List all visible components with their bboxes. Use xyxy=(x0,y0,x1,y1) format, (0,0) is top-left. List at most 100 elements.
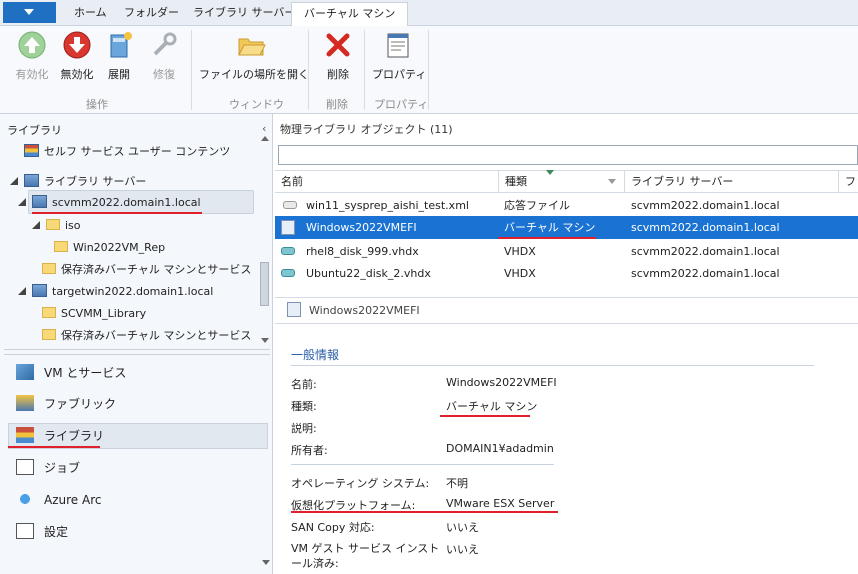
prop-value-name: Windows2022VMEFI xyxy=(446,376,557,389)
grid-header: 名前 種類 ライブラリ サーバー ファ xyxy=(275,170,858,193)
answer-file-icon xyxy=(283,194,297,217)
column-library-server[interactable]: ライブラリ サーバー xyxy=(625,171,839,193)
deploy-label: 展開 xyxy=(108,68,130,81)
vhdx-icon xyxy=(281,262,295,285)
table-row-selected[interactable]: Windows2022VMEFI バーチャル マシン scvmm2022.dom… xyxy=(275,216,858,239)
expand-icon[interactable] xyxy=(10,177,18,185)
properties-icon xyxy=(383,30,413,60)
repair-button[interactable]: 修復 xyxy=(144,30,184,90)
filter-input[interactable] xyxy=(278,145,858,165)
tree-scrollbar[interactable] xyxy=(258,136,271,346)
tab-home[interactable]: ホーム xyxy=(62,2,119,26)
wrench-icon xyxy=(149,30,179,60)
expand-icon[interactable] xyxy=(32,221,40,229)
properties-button[interactable]: プロパティ xyxy=(372,30,427,90)
prop-label-owner: 所有者: xyxy=(291,444,328,457)
enable-button[interactable]: 有効化 xyxy=(10,30,54,90)
nav-settings[interactable]: 設定 xyxy=(16,519,68,545)
objects-header: 物理ライブラリ オブジェクト (11) xyxy=(280,123,453,136)
prop-label-description: 説明: xyxy=(291,422,317,435)
jobs-icon xyxy=(16,459,34,475)
server-icon xyxy=(32,195,47,208)
tree-item-iso[interactable]: iso xyxy=(32,215,81,237)
folder-open-icon xyxy=(236,30,266,60)
folder-icon xyxy=(54,241,68,252)
green-up-arrow-icon xyxy=(17,30,47,60)
fabric-icon xyxy=(16,395,34,411)
deploy-button[interactable]: 展開 xyxy=(101,30,137,90)
settings-icon xyxy=(16,523,34,539)
section-divider xyxy=(291,365,814,366)
group-label-properties: プロパティ xyxy=(374,98,429,111)
expand-icon[interactable] xyxy=(18,198,26,206)
prop-value-os: 不明 xyxy=(446,477,468,490)
open-file-location-button[interactable]: ファイルの場所を開く xyxy=(199,30,309,90)
tree-item-saved-vms[interactable]: 保存済みバーチャル マシンとサービス xyxy=(42,259,251,281)
folder-icon xyxy=(42,307,56,318)
nav-jobs[interactable]: ジョブ xyxy=(16,455,80,481)
folder-icon xyxy=(42,329,56,340)
ribbon-separator xyxy=(308,30,309,110)
table-row[interactable]: Ubuntu22_disk_2.vhdx VHDX scvmm2022.doma… xyxy=(275,262,858,285)
tree-item-win2022vm-rep[interactable]: Win2022VM_Rep xyxy=(54,237,165,259)
expand-icon[interactable] xyxy=(18,287,26,295)
detail-divider xyxy=(291,464,554,465)
table-row[interactable]: win11_sysprep_aishi_test.xml 応答ファイル scvm… xyxy=(275,194,858,217)
open-file-location-label: ファイルの場所を開く xyxy=(199,68,309,81)
table-row[interactable]: rhel8_disk_999.vhdx VHDX scvmm2022.domai… xyxy=(275,240,858,263)
sort-indicator-icon xyxy=(546,170,554,175)
collapse-pane-icon[interactable]: ‹ xyxy=(262,122,266,135)
tree-item-saved-vms-2[interactable]: 保存済みバーチャル マシンとサービス xyxy=(42,325,251,347)
delete-label: 削除 xyxy=(327,68,349,81)
tree-item-self-service[interactable]: セルフ サービス ユーザー コンテンツ xyxy=(24,141,230,163)
file-menu-button[interactable] xyxy=(3,2,56,23)
group-label-actions: 操作 xyxy=(86,98,108,111)
prop-value-type: バーチャル マシン xyxy=(446,400,538,413)
repair-label: 修復 xyxy=(153,68,175,81)
prop-value-platform: VMware ESX Server xyxy=(446,497,555,510)
pane-splitter[interactable] xyxy=(4,349,270,355)
disable-label: 無効化 xyxy=(60,68,94,81)
server-icon xyxy=(32,284,47,297)
section-title: 一般情報 xyxy=(291,348,340,362)
delete-button[interactable]: 削除 xyxy=(318,30,358,90)
folder-icon xyxy=(42,263,56,274)
prop-value-guest-services: いいえ xyxy=(446,543,479,556)
library-icon xyxy=(24,144,39,157)
column-type[interactable]: 種類 xyxy=(499,171,625,193)
tab-folder[interactable]: フォルダー xyxy=(112,2,191,26)
group-label-delete: 削除 xyxy=(326,98,348,111)
library-icon xyxy=(16,427,34,443)
tab-virtual-machine[interactable]: バーチャル マシン xyxy=(291,2,409,27)
tab-library-server[interactable]: ライブラリ サーバー xyxy=(181,2,307,26)
ribbon-separator xyxy=(191,30,192,110)
scroll-down-icon[interactable] xyxy=(262,560,270,565)
annotation-underline xyxy=(32,212,202,214)
red-down-arrow-icon xyxy=(62,30,92,60)
annotation-underline xyxy=(291,511,558,513)
prop-label-san-copy: SAN Copy 対応: xyxy=(291,521,375,534)
column-file[interactable]: ファ xyxy=(839,171,858,193)
ribbon-separator xyxy=(364,30,365,110)
prop-value-owner: DOMAIN1¥adadmin xyxy=(446,442,554,455)
disable-button[interactable]: 無効化 xyxy=(55,30,99,90)
nav-azure-arc[interactable]: Azure Arc xyxy=(16,487,101,513)
server-icon xyxy=(24,174,39,187)
tree-item-targetwin2022[interactable]: targetwin2022.domain1.local xyxy=(18,281,213,303)
vm-services-icon xyxy=(16,364,34,380)
enable-label: 有効化 xyxy=(15,68,49,81)
red-x-icon xyxy=(323,30,353,60)
properties-label: プロパティ xyxy=(372,68,427,81)
vhdx-icon xyxy=(281,240,295,263)
column-name[interactable]: 名前 xyxy=(275,171,499,193)
tree-item-scvmm-library[interactable]: SCVMM_Library xyxy=(42,303,146,325)
vm-template-icon xyxy=(281,220,295,235)
annotation-underline xyxy=(8,446,100,448)
prop-label-name: 名前: xyxy=(291,378,317,391)
prop-label-guest-services: VM ゲスト サービス インストール済み: xyxy=(291,542,440,570)
filter-dropdown-icon[interactable] xyxy=(608,179,616,184)
nav-fabric[interactable]: ファブリック xyxy=(16,391,116,417)
nav-vms-services[interactable]: VM とサービス xyxy=(16,360,126,386)
prop-label-type: 種類: xyxy=(291,400,317,413)
tree-item-scvmm2022[interactable]: scvmm2022.domain1.local xyxy=(18,192,201,214)
